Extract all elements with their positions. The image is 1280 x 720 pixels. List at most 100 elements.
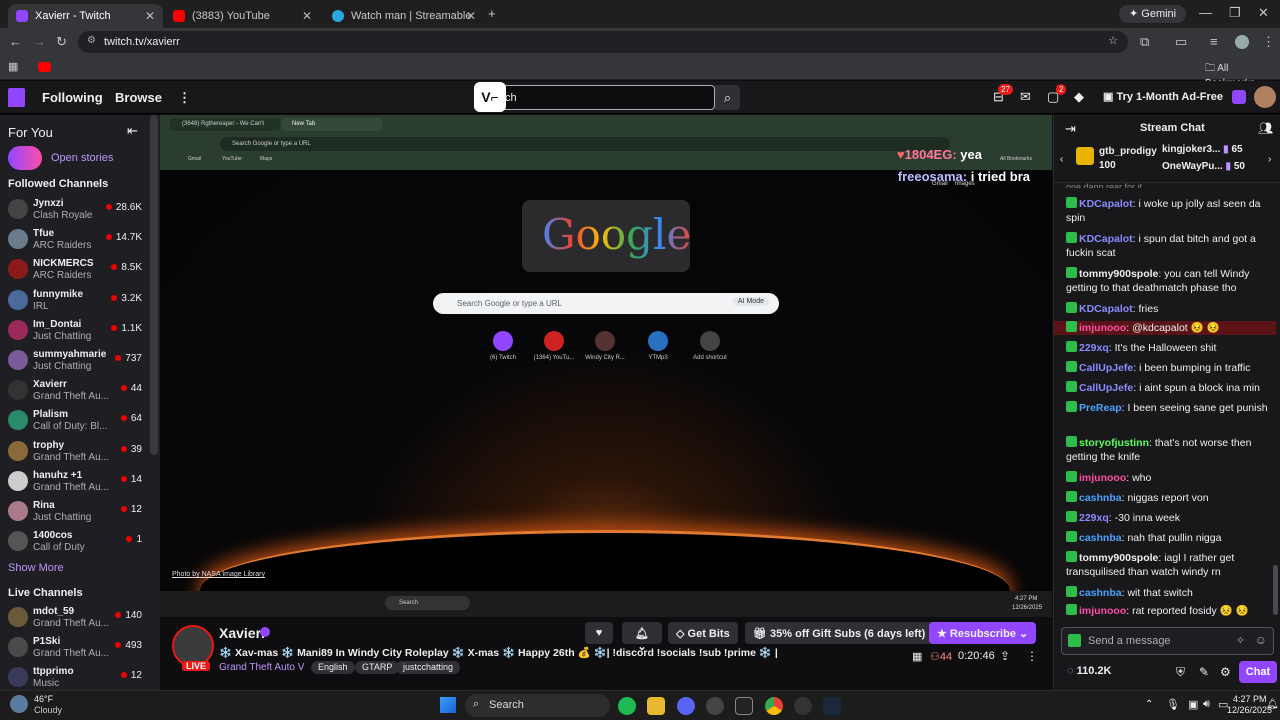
prime-loot-icon[interactable]: ◆ xyxy=(1074,89,1084,105)
mic-icon[interactable]: 🎙︎ xyxy=(1166,698,1180,711)
reload-icon[interactable]: ↻ xyxy=(56,34,67,50)
steam-icon[interactable] xyxy=(823,697,841,715)
chat-username[interactable]: 229xq xyxy=(1079,512,1109,524)
show-more-link[interactable]: Show More xyxy=(8,562,64,574)
clock-time[interactable]: 4:27 PM xyxy=(1233,694,1267,704)
profile-avatar[interactable] xyxy=(1235,35,1249,49)
discord-icon[interactable] xyxy=(677,697,695,715)
tag-english[interactable]: English xyxy=(311,661,355,674)
chat-username[interactable]: cashnba xyxy=(1079,587,1122,599)
settings-icon[interactable]: ⚙ xyxy=(1220,665,1231,679)
extensions-icon[interactable]: ⧉ xyxy=(1140,34,1149,50)
notifications-bell-icon[interactable]: 🔔︎ xyxy=(1266,699,1279,710)
chat-username[interactable]: CallUpJefe xyxy=(1079,382,1133,394)
channel-row[interactable]: Xavierr Grand Theft Au... 44 xyxy=(0,376,150,406)
sidebar-scrollbar[interactable] xyxy=(150,115,158,455)
chat-username[interactable]: cashnba xyxy=(1079,532,1122,544)
twitch-logo-icon[interactable] xyxy=(8,88,25,107)
chat-username[interactable]: tommy900spole xyxy=(1079,552,1158,564)
chat-username[interactable]: KDCapalot xyxy=(1079,233,1133,245)
epic-games-icon[interactable] xyxy=(735,697,753,715)
close-icon[interactable]: ✕ xyxy=(302,9,312,23)
tray-chevron-icon[interactable]: ⌃ xyxy=(1145,699,1153,710)
chat-username[interactable]: imjunooo xyxy=(1079,605,1126,617)
bits-icon[interactable] xyxy=(1232,90,1246,104)
emote-icon[interactable]: ☺ xyxy=(1255,633,1267,647)
windows-start-icon[interactable] xyxy=(440,697,456,713)
chat-username[interactable]: KDCapalot xyxy=(1079,198,1133,210)
network-icon[interactable]: ▣ xyxy=(1188,698,1198,711)
follow-heart-button[interactable]: ♥ xyxy=(585,622,613,644)
new-tab-icon[interactable]: + xyxy=(488,6,496,21)
url-bar[interactable]: ⚙ twitch.tv/xavierr ☆ xyxy=(78,31,1128,53)
forward-icon[interactable]: → xyxy=(33,34,46,49)
more-options-icon[interactable]: ⋮ xyxy=(1026,649,1038,663)
chat-username[interactable]: 229xq xyxy=(1079,342,1109,354)
search-input[interactable]: ch xyxy=(474,85,715,110)
minimize-icon[interactable]: — xyxy=(1199,5,1212,20)
channel-points[interactable]: ◌ 110.2K xyxy=(1067,665,1111,677)
chat-send-button[interactable]: Chat xyxy=(1239,661,1277,683)
youtube-bookmark-icon[interactable] xyxy=(38,62,51,72)
share-icon[interactable]: ⇪ xyxy=(1000,649,1010,663)
theatre-mode-icon[interactable]: ▦ xyxy=(912,650,922,663)
pencil-icon[interactable]: ✎ xyxy=(1199,665,1209,679)
channel-row[interactable]: P1Ski Grand Theft Au... 493 xyxy=(0,633,150,663)
chat-username[interactable]: tommy900spole xyxy=(1079,268,1158,280)
nav-following[interactable]: Following xyxy=(42,90,103,105)
tab-youtube[interactable]: (3883) YouTube ✕ xyxy=(165,4,320,28)
tag-gtarp[interactable]: GTARP xyxy=(355,661,400,674)
chat-username[interactable]: PreReap xyxy=(1079,402,1122,414)
tab-twitch[interactable]: Xavierr - Twitch ✕ xyxy=(8,4,163,28)
channel-row[interactable]: Plalism Call of Duty: Bl... 64 xyxy=(0,406,150,436)
apps-icon[interactable]: ▦ xyxy=(8,60,18,73)
community-icon[interactable]: 👥︎ xyxy=(1258,121,1273,135)
get-bits-button[interactable]: ◇ Get Bits xyxy=(668,622,738,644)
more-icon[interactable]: ⋮ xyxy=(178,90,191,106)
chat-scrollbar[interactable] xyxy=(1273,565,1278,615)
chat-username[interactable]: CallUpJefe xyxy=(1079,362,1133,374)
menu-icon[interactable]: ⋮ xyxy=(1262,34,1275,50)
app-icon[interactable] xyxy=(706,697,724,715)
collapse-sidebar-icon[interactable]: ⇤ xyxy=(127,123,138,139)
channel-row[interactable]: mdot_59 Grand Theft Au... 140 xyxy=(0,603,150,633)
gemini-button[interactable]: ✦ Gemini xyxy=(1119,5,1187,23)
notification-bell-button[interactable]: 🔔︎ ⌄ xyxy=(622,622,662,653)
channel-row[interactable]: ttpprimo Music 12 xyxy=(0,663,150,690)
channel-row[interactable]: Jynxzi Clash Royale 28.6K xyxy=(0,195,150,225)
tag-justchatting[interactable]: justcchatting xyxy=(396,661,461,674)
volume-icon[interactable]: 🔊︎ xyxy=(1203,698,1210,711)
gift-subs-button[interactable]: 🎁︎ 35% off Gift Subs (6 days left) ⌄ xyxy=(745,622,946,644)
user-avatar[interactable] xyxy=(1254,86,1276,108)
spotify-icon[interactable] xyxy=(618,697,636,715)
stories-avatars[interactable] xyxy=(8,146,42,170)
chat-username[interactable]: KDCapalot xyxy=(1079,303,1133,315)
game-link[interactable]: Grand Theft Auto V xyxy=(219,662,304,673)
channel-row[interactable]: Rina Just Chatting 12 xyxy=(0,497,150,527)
chat-username[interactable]: imjunooo xyxy=(1079,322,1126,334)
badge-icon[interactable] xyxy=(1068,634,1081,647)
channel-row[interactable]: NICKMERCS ARC Raiders 8.5K xyxy=(0,255,150,285)
tab-search-icon[interactable]: ▭ xyxy=(1175,34,1187,50)
site-info-icon[interactable]: ⚙ xyxy=(87,35,96,46)
channel-row[interactable]: trophy Grand Theft Au... 39 xyxy=(0,437,150,467)
channel-row[interactable]: Im_Dontai Just Chatting 1.1K xyxy=(0,316,150,346)
search-button[interactable]: ⌕ xyxy=(715,85,740,110)
chevron-left-icon[interactable]: ‹ xyxy=(1060,154,1063,165)
app-icon[interactable] xyxy=(794,697,812,715)
close-icon[interactable]: ✕ xyxy=(466,9,476,23)
media-icon[interactable]: ≡ xyxy=(1210,34,1218,49)
weather-icon[interactable] xyxy=(10,695,28,713)
resubscribe-button[interactable]: ★ Resubscribe ⌄ xyxy=(929,622,1037,644)
channel-row[interactable]: hanuhz +1 Grand Theft Au... 14 xyxy=(0,467,150,497)
channel-row[interactable]: 1400cos Call of Duty 1 xyxy=(0,527,150,557)
tab-streamable[interactable]: Watch man | Streamable ✕ xyxy=(324,4,484,28)
chat-username[interactable]: imjunooo xyxy=(1079,472,1126,484)
close-window-icon[interactable]: ✕ xyxy=(1258,5,1269,21)
maximize-icon[interactable]: ❐ xyxy=(1229,5,1241,21)
chat-input[interactable]: Send a message ✧ ☺ xyxy=(1061,627,1274,655)
mail-icon[interactable]: ✉ xyxy=(1020,89,1031,105)
chrome-icon[interactable] xyxy=(765,697,783,715)
magic-icon[interactable]: ✧ xyxy=(1236,634,1245,647)
ad-free-button[interactable]: ▣ Try 1-Month Ad-Free xyxy=(1103,90,1223,103)
